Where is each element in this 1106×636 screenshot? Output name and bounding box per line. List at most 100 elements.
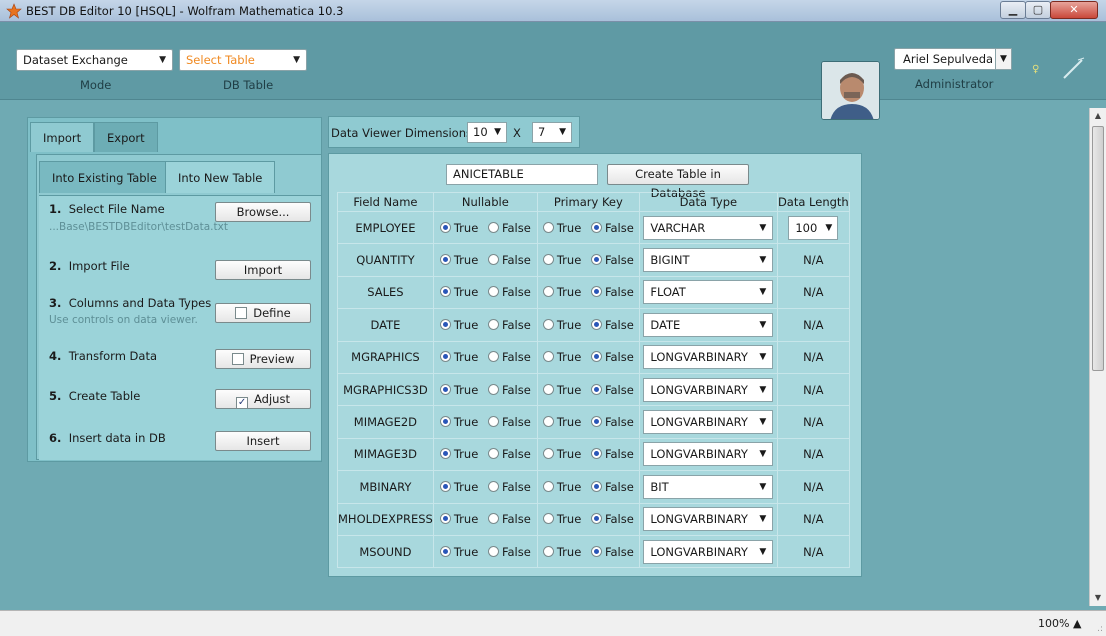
nullable-false-radio[interactable]: [487, 383, 499, 395]
data-type-select[interactable]: DATE ▼: [643, 312, 774, 337]
zoom-menu-icon[interactable]: ▲: [1073, 617, 1081, 630]
primary-key-true-radio[interactable]: [542, 545, 554, 557]
minimize-button[interactable]: ▁: [1000, 1, 1026, 19]
data-type-select[interactable]: LONGVARBINARY ▼: [643, 345, 774, 370]
data-type-select[interactable]: LONGVARBINARY ▼: [643, 442, 774, 467]
adjust-checkbox[interactable]: ✓: [236, 397, 249, 409]
maximize-button[interactable]: ▢: [1025, 1, 1051, 19]
nullable-false-radio[interactable]: [487, 416, 499, 428]
wand-icon[interactable]: [1058, 54, 1088, 84]
scroll-up-icon[interactable]: ▲: [1090, 108, 1106, 124]
preview-button[interactable]: Preview: [215, 349, 311, 369]
primary-key-true-radio[interactable]: [542, 318, 554, 330]
primary-key-true-radio[interactable]: [542, 513, 554, 525]
user-role: Administrator: [915, 77, 994, 91]
primary-key-false-radio[interactable]: [590, 383, 602, 395]
mode-select[interactable]: Dataset Exchange ▼: [16, 49, 173, 71]
data-type-select[interactable]: LONGVARBINARY ▼: [643, 410, 774, 435]
primary-key-true-radio[interactable]: [542, 254, 554, 266]
preview-checkbox[interactable]: [231, 353, 244, 365]
primary-key-true-radio[interactable]: [542, 286, 554, 298]
define-checkbox[interactable]: [235, 307, 248, 319]
primary-key-true-radio[interactable]: [542, 383, 554, 395]
scroll-down-icon[interactable]: ▼: [1090, 590, 1106, 606]
nullable-true-radio[interactable]: [439, 286, 451, 298]
data-type-select[interactable]: LONGVARBINARY ▼: [643, 539, 774, 564]
nullable-false-radio[interactable]: [487, 351, 499, 363]
nullable-true-radio[interactable]: [439, 383, 451, 395]
create-table-button[interactable]: Create Table in Database: [607, 164, 749, 200]
primary-key-false-radio[interactable]: [590, 416, 602, 428]
nullable-true-radio[interactable]: [439, 448, 451, 460]
primary-key-true-label: True: [556, 479, 582, 494]
tab-into-new-table[interactable]: Into New Table: [165, 161, 276, 193]
primary-key-false-radio[interactable]: [590, 513, 602, 525]
tab-import[interactable]: Import: [30, 122, 95, 152]
data-length-value: N/A: [803, 544, 824, 559]
bulb-icon[interactable]: ♀: [1032, 64, 1039, 75]
import-button[interactable]: Import: [215, 260, 311, 280]
primary-key-false-radio[interactable]: [590, 545, 602, 557]
data-type-select[interactable]: VARCHAR ▼: [643, 215, 774, 240]
primary-key-false-radio[interactable]: [590, 351, 602, 363]
primary-key-true-radio[interactable]: [542, 221, 554, 233]
nullable-false-radio[interactable]: [487, 448, 499, 460]
nullable-true-radio[interactable]: [439, 351, 451, 363]
nullable-false-radio[interactable]: [487, 221, 499, 233]
scroll-thumb[interactable]: [1092, 126, 1104, 371]
nullable-true-radio[interactable]: [439, 416, 451, 428]
primary-key-false-radio[interactable]: [590, 318, 602, 330]
nullable-true-label: True: [453, 350, 479, 365]
avatar[interactable]: [821, 61, 880, 120]
db-table-select[interactable]: Select Table ▼: [179, 49, 307, 71]
nullable-false-radio[interactable]: [487, 286, 499, 298]
window-titlebar: BEST DB Editor 10 [HSQL] - Wolfram Mathe…: [0, 0, 1106, 22]
primary-key-true-radio[interactable]: [542, 416, 554, 428]
nullable-true-radio[interactable]: [439, 480, 451, 492]
nullable-false-radio[interactable]: [487, 513, 499, 525]
primary-key-false-radio[interactable]: [590, 221, 602, 233]
primary-key-false-radio[interactable]: [590, 480, 602, 492]
tab-into-existing-table[interactable]: Into Existing Table: [39, 161, 170, 193]
nullable-false-radio[interactable]: [487, 480, 499, 492]
primary-key-cell: True False: [536, 308, 640, 342]
user-select[interactable]: Ariel Sepulveda ▼: [894, 48, 1012, 70]
data-type-select[interactable]: LONGVARBINARY ▼: [643, 377, 774, 402]
resize-grip-icon[interactable]: .:: [1097, 624, 1103, 634]
nullable-true-radio[interactable]: [439, 545, 451, 557]
nullable-true-radio[interactable]: [439, 318, 451, 330]
nullable-cell: True False: [432, 534, 538, 569]
zoom-control[interactable]: 100% ▲: [1038, 617, 1081, 630]
primary-key-true-radio[interactable]: [542, 480, 554, 492]
nullable-true-radio[interactable]: [439, 513, 451, 525]
tab-export[interactable]: Export: [94, 122, 158, 152]
define-button[interactable]: Define: [215, 303, 311, 323]
primary-key-false-radio[interactable]: [590, 286, 602, 298]
data-length-select[interactable]: 100 ▼: [788, 215, 839, 240]
nullable-true-radio[interactable]: [439, 254, 451, 266]
cols-select[interactable]: 7 ▼: [532, 122, 572, 143]
nullable-true-radio[interactable]: [439, 221, 451, 233]
data-type-select[interactable]: BIT ▼: [643, 474, 774, 499]
browse-button[interactable]: Browse...: [215, 202, 311, 222]
rows-select[interactable]: 10 ▼: [467, 122, 507, 143]
data-type-select[interactable]: LONGVARBINARY ▼: [643, 507, 774, 532]
primary-key-true-radio[interactable]: [542, 448, 554, 460]
data-type-select[interactable]: BIGINT ▼: [643, 248, 774, 273]
primary-key-false-radio[interactable]: [590, 254, 602, 266]
table-name-input[interactable]: ANICETABLE: [446, 164, 598, 185]
nullable-false-radio[interactable]: [487, 318, 499, 330]
adjust-button[interactable]: ✓ Adjust: [215, 389, 311, 409]
app-header: Dataset Exchange ▼ Select Table ▼ Mode D…: [0, 22, 1106, 120]
vertical-scrollbar[interactable]: ▲ ▼: [1089, 108, 1106, 606]
close-button[interactable]: ✕: [1050, 1, 1098, 19]
nullable-false-radio[interactable]: [487, 254, 499, 266]
insert-button[interactable]: Insert: [215, 431, 311, 451]
primary-key-true-radio[interactable]: [542, 351, 554, 363]
primary-key-false-radio[interactable]: [590, 448, 602, 460]
nullable-false-radio[interactable]: [487, 545, 499, 557]
field-name-cell: MSOUND: [337, 534, 434, 569]
data-length-value: 100: [795, 220, 818, 235]
chevron-down-icon: ▼: [293, 55, 300, 65]
data-type-select[interactable]: FLOAT ▼: [643, 280, 774, 305]
